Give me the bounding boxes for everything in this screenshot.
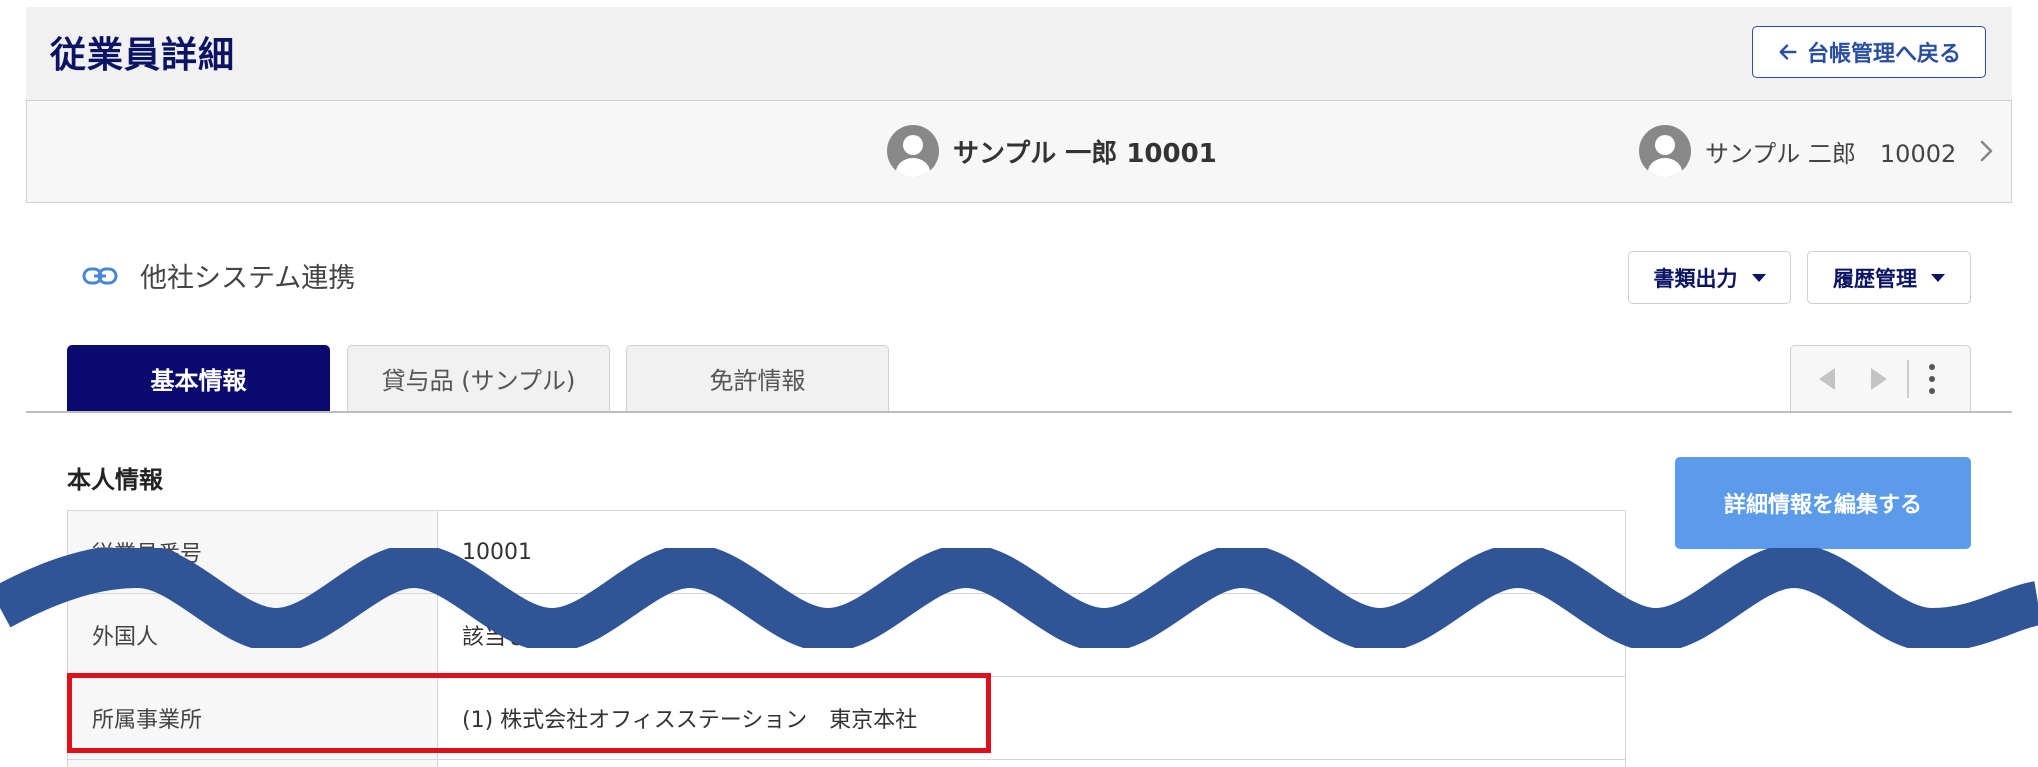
avatar-icon bbox=[1639, 125, 1691, 177]
documents-label: 書類出力 bbox=[1653, 266, 1738, 291]
next-employee-link[interactable]: サンプル 二郎 10002 bbox=[1639, 125, 1996, 177]
tab-pager bbox=[1790, 345, 1971, 411]
section-title: 本人情報 bbox=[67, 466, 163, 494]
integration-label: 他社システム連携 bbox=[140, 263, 356, 294]
tab-basic-info[interactable]: 基本情報 bbox=[67, 345, 330, 411]
row-key bbox=[67, 759, 438, 767]
prev-icon[interactable] bbox=[1819, 368, 1835, 390]
caret-down-icon bbox=[1751, 273, 1766, 282]
arrow-left-icon bbox=[1779, 44, 1797, 60]
wave-overlay bbox=[0, 548, 2038, 648]
chevron-right-icon bbox=[1980, 140, 1993, 162]
next-employee-name: サンプル 二郎 10002 bbox=[1705, 139, 1957, 168]
current-employee-name: サンプル 一郎 10001 bbox=[953, 138, 1217, 169]
back-button-label: 台帳管理へ戻る bbox=[1806, 42, 1961, 67]
header-bar bbox=[26, 7, 2012, 100]
link-icon bbox=[82, 267, 118, 284]
back-to-ledger-button[interactable]: 台帳管理へ戻る bbox=[1752, 26, 1986, 78]
tab-license-info[interactable]: 免許情報 bbox=[626, 345, 889, 411]
current-employee: サンプル 一郎 10001 bbox=[887, 125, 1217, 177]
pager-divider bbox=[1907, 360, 1909, 398]
highlight-box bbox=[67, 673, 991, 753]
history-label: 履歴管理 bbox=[1833, 266, 1917, 291]
tab-divider bbox=[26, 411, 2012, 413]
integration-link[interactable]: 他社システム連携 bbox=[82, 256, 355, 295]
documents-dropdown-button[interactable]: 書類出力 bbox=[1628, 251, 1791, 304]
page-title: 従業員詳細 bbox=[50, 35, 236, 76]
edit-details-button[interactable]: 詳細情報を編集する bbox=[1675, 457, 1971, 549]
avatar-icon bbox=[887, 125, 939, 177]
caret-down-icon bbox=[1931, 273, 1945, 282]
tab-loan-items[interactable]: 貸与品 (サンプル) bbox=[347, 345, 610, 411]
history-dropdown-button[interactable]: 履歴管理 bbox=[1807, 251, 1971, 304]
table-row bbox=[67, 759, 1626, 767]
more-vertical-icon[interactable] bbox=[1929, 364, 1935, 394]
next-icon[interactable] bbox=[1871, 368, 1887, 390]
row-value bbox=[437, 759, 1626, 767]
employee-navigation: サンプル 一郎 10001 サンプル 二郎 10002 bbox=[26, 100, 2012, 203]
